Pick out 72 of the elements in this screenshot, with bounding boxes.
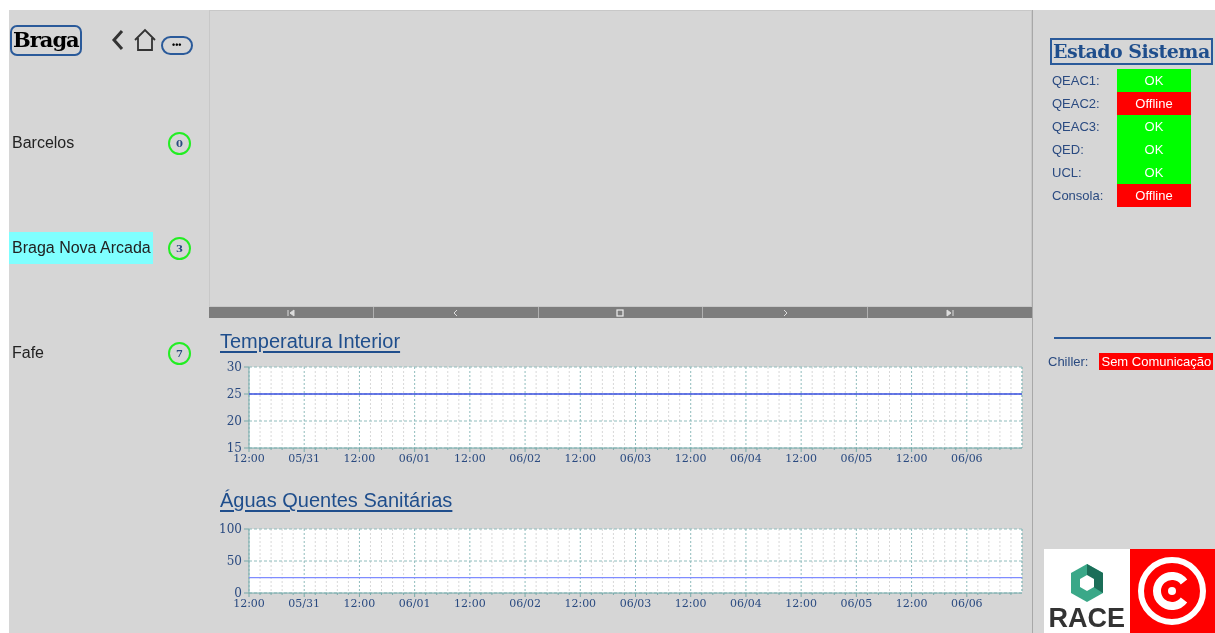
axis-label: 15 (226, 441, 242, 455)
axis-label: 06/04 (730, 452, 762, 465)
axis-label: 06/05 (840, 452, 873, 465)
status-badge: OK (1117, 161, 1191, 184)
site-item[interactable]: Braga Nova Arcada (9, 232, 153, 264)
hexagon-icon (1069, 563, 1104, 603)
axis-label: 50 (226, 554, 242, 568)
axis-label: 12:00 (454, 452, 486, 465)
axis-label: 12:00 (564, 597, 597, 608)
axis-label: 06/06 (950, 452, 983, 465)
axis-label: 12:00 (674, 597, 707, 608)
site-item[interactable]: Barcelos (9, 127, 77, 159)
axis-label: 12:00 (674, 452, 707, 465)
axis-label: 06/04 (730, 597, 762, 608)
axis-label: 0 (234, 586, 242, 600)
axis-label: 06/02 (509, 597, 541, 608)
next-icon[interactable] (781, 308, 790, 317)
y-axis (243, 528, 250, 594)
status-badge: OK (1117, 138, 1191, 161)
first-icon[interactable] (286, 308, 295, 317)
status-label: QEAC3: (1052, 117, 1101, 136)
axis-label: 12:00 (785, 452, 817, 465)
count-badge: 3 (168, 236, 191, 260)
axis-label: 12:00 (895, 597, 928, 608)
last-icon[interactable] (946, 308, 955, 317)
chart-title[interactable]: Águas Quentes Sanitárias (220, 485, 453, 515)
logo-icon (1137, 556, 1208, 626)
status-badge: Offline (1117, 92, 1191, 115)
axis-label: 05/31 (288, 452, 321, 465)
site-item[interactable]: Fafe (9, 337, 46, 369)
home-icon[interactable] (132, 28, 157, 52)
axis-label: 06/01 (398, 452, 431, 465)
logo-text: RACE (1048, 605, 1125, 632)
status-badge: OK (1117, 115, 1191, 138)
axis-label: 12:00 (343, 597, 376, 608)
axis-label: 06/03 (619, 597, 652, 608)
status-label: QEAC2: (1052, 94, 1101, 113)
axis-label: 25 (226, 387, 242, 401)
status-label: QEAC1: (1052, 71, 1101, 90)
back-icon[interactable] (110, 29, 125, 51)
panel-title: Estado Sistema (1050, 38, 1213, 65)
axis-label: 12:00 (895, 452, 928, 465)
axis-label: 12:00 (454, 597, 486, 608)
status-label: UCL: (1052, 163, 1083, 182)
status-badge: OK (1117, 69, 1191, 92)
axis-label: 100 (219, 522, 242, 536)
axis-label: 12:00 (233, 597, 265, 608)
status-badge: Sem Comunicação (1099, 353, 1214, 371)
axis-label: 06/03 (619, 452, 652, 465)
page-icon[interactable] (616, 308, 625, 317)
status-label: Consola: (1052, 186, 1105, 205)
count-badge: 7 (168, 341, 191, 365)
status-label: QED: (1052, 140, 1085, 159)
scrollbar[interactable] (209, 307, 1032, 318)
status-badge: Offline (1117, 184, 1191, 207)
axis-label: 05/31 (288, 597, 321, 608)
axis-label: 06/05 (840, 597, 873, 608)
axis-label: 12:00 (343, 452, 376, 465)
axis-label: 06/01 (398, 597, 431, 608)
axis-label: 30 (226, 360, 242, 374)
chart-title[interactable]: Temperatura Interior (220, 326, 401, 356)
site-title: Braga (10, 24, 82, 56)
axis-label: 12:00 (564, 452, 597, 465)
axis-label: 06/06 (950, 597, 983, 608)
axis-label: 12:00 (233, 452, 265, 465)
axis-label: 12:00 (785, 597, 817, 608)
more-button[interactable]: ••• (160, 35, 193, 55)
axis-label: 06/02 (509, 452, 541, 465)
count-badge: 0 (168, 131, 191, 155)
status-label: Chiller: (1048, 353, 1089, 371)
previous-icon[interactable] (451, 308, 460, 317)
axis-label: 20 (226, 414, 242, 428)
